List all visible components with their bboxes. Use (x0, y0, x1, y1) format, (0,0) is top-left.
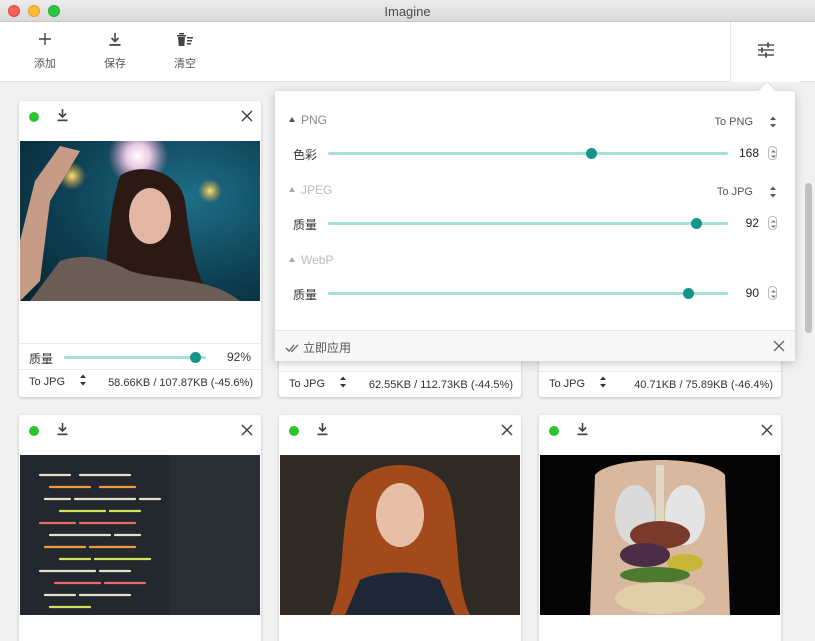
jpeg-quality-value: 92 (745, 216, 759, 230)
format-select[interactable]: To JPG (29, 376, 65, 388)
scrollbar-thumb[interactable] (805, 183, 812, 333)
card-footer: To JPG 58.66KB / 107.87KB (-45.6%) (19, 369, 261, 395)
settings-popover: PNG To PNG 色彩 168 JPEG To JPG 质量 92 WebP… (275, 82, 795, 361)
webp-section-header[interactable]: WebP (289, 253, 333, 267)
quality-slider[interactable] (64, 352, 206, 363)
double-check-icon[interactable] (285, 340, 300, 358)
add-button-label: 添加 (34, 58, 56, 70)
jpeg-section-header[interactable]: JPEG (289, 183, 332, 197)
png-color-stepper[interactable] (768, 146, 777, 160)
quality-slider-thumb[interactable] (189, 352, 201, 363)
title-bar: Imagine (0, 0, 815, 22)
png-section-header[interactable]: PNG (289, 113, 327, 127)
close-icon[interactable] (241, 423, 253, 441)
vertical-scrollbar[interactable] (803, 83, 815, 641)
png-color-value: 168 (738, 146, 759, 160)
status-dot (29, 426, 39, 436)
save-button-label: 保存 (104, 58, 126, 70)
collapse-triangle-icon (289, 257, 295, 262)
download-icon[interactable] (576, 422, 589, 441)
quality-value: 92% (226, 350, 251, 364)
file-size-info: 62.55KB / 112.73KB (-44.5%) (368, 379, 513, 391)
card-footer: To JPG 62.55KB / 112.73KB (-44.5%) (279, 371, 521, 397)
image-card: 质量 92% To JPG 58.66KB / 107.87KB (-45.6%… (19, 101, 261, 397)
select-arrows-icon[interactable] (339, 375, 347, 392)
clear-button-label: 清空 (174, 58, 196, 70)
image-preview (540, 455, 780, 615)
jpeg-target-select[interactable]: To JPG (717, 186, 753, 198)
webp-heading: WebP (301, 253, 334, 267)
webp-quality-label: 质量 (293, 288, 318, 302)
download-icon[interactable] (56, 108, 69, 127)
collapse-triangle-icon (289, 187, 295, 192)
select-arrows-icon[interactable] (79, 373, 87, 390)
clear-all-icon (160, 32, 210, 52)
image-preview (20, 141, 260, 301)
sliders-icon (757, 42, 775, 63)
quality-label: 质量 (29, 352, 54, 366)
jpeg-quality-slider-thumb[interactable] (691, 218, 702, 229)
select-arrows-icon[interactable] (769, 185, 777, 204)
download-icon[interactable] (316, 422, 329, 441)
close-icon[interactable] (773, 339, 785, 357)
webp-quality-slider[interactable] (328, 288, 728, 299)
select-arrows-icon[interactable] (599, 375, 607, 392)
webp-quality-slider-thumb[interactable] (683, 288, 694, 299)
image-card (19, 415, 261, 641)
settings-toggle-button[interactable] (730, 22, 800, 82)
status-dot (549, 426, 559, 436)
quality-slider-row: 质量 92% (19, 343, 261, 369)
jpeg-quality-slider[interactable] (328, 218, 728, 229)
apply-now-button[interactable]: 立即应用 (303, 339, 351, 356)
select-arrows-icon[interactable] (769, 115, 777, 134)
image-preview (20, 455, 260, 615)
close-icon[interactable] (501, 423, 513, 441)
format-select[interactable]: To JPG (289, 378, 325, 390)
image-card (539, 415, 781, 641)
status-dot (289, 426, 299, 436)
png-color-label: 色彩 (293, 148, 318, 162)
jpeg-heading: JPEG (301, 183, 333, 197)
format-select[interactable]: To JPG (549, 378, 585, 390)
png-color-slider-thumb[interactable] (585, 148, 597, 159)
download-icon[interactable] (56, 422, 69, 441)
jpeg-quality-stepper[interactable] (768, 216, 777, 230)
image-card (279, 415, 521, 641)
card-footer: To JPG 40.71KB / 75.89KB (-46.4%) (539, 371, 781, 397)
png-color-slider[interactable] (328, 148, 728, 159)
download-icon (90, 32, 140, 52)
popover-footer: 立即应用 (275, 330, 795, 361)
clear-button[interactable]: 清空 (160, 32, 210, 74)
jpeg-quality-label: 质量 (293, 218, 318, 232)
webp-quality-stepper[interactable] (768, 286, 777, 300)
file-size-info: 40.71KB / 75.89KB (-46.4%) (634, 379, 773, 391)
close-icon[interactable] (761, 423, 773, 441)
toolbar: 添加 保存 清空 (0, 22, 815, 82)
image-preview (280, 455, 520, 615)
png-target-select[interactable]: To PNG (714, 116, 753, 128)
save-button[interactable]: 保存 (90, 32, 140, 74)
close-icon[interactable] (241, 109, 253, 127)
webp-quality-value: 90 (745, 286, 759, 300)
collapse-triangle-icon (289, 117, 295, 122)
window-title: Imagine (384, 4, 431, 19)
png-heading: PNG (301, 113, 328, 127)
status-dot (29, 112, 39, 122)
add-button[interactable]: 添加 (20, 32, 70, 74)
file-size-info: 58.66KB / 107.87KB (-45.6%) (108, 377, 253, 389)
plus-icon (20, 32, 70, 52)
